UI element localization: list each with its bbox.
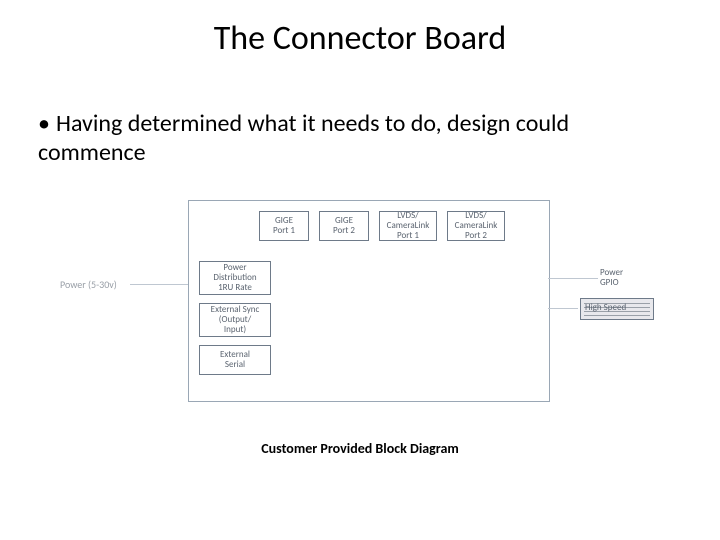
bullet-text: Having determined what it needs to do, d… <box>38 109 569 167</box>
block-high-speed: High Speed <box>580 298 654 320</box>
connector-line <box>548 308 578 309</box>
block-gige-port-2: GIGE Port 2 <box>319 211 369 241</box>
diagram-caption: Customer Provided Block Diagram <box>0 440 720 457</box>
block-diagram: Power (5-30v) Connector Board GIGE Port … <box>60 200 660 405</box>
slide-title: The Connector Board <box>0 18 720 59</box>
block-external-sync: External Sync (Output/ Input) <box>199 303 271 337</box>
power-input-line <box>130 284 190 285</box>
block-power-distribution: Power Distribution 1RU Rate <box>199 261 271 295</box>
block-lvds-port-1: LVDS/ CameraLink Port 1 <box>379 211 437 241</box>
connector-line <box>548 278 598 279</box>
slide: The Connector Board •Having determined w… <box>0 0 720 540</box>
block-external-serial: External Serial <box>199 345 271 375</box>
bullet-dot: • <box>38 110 56 139</box>
block-gige-port-1: GIGE Port 1 <box>259 211 309 241</box>
connector-board-outline: GIGE Port 1 GIGE Port 2 LVDS/ CameraLink… <box>188 200 550 402</box>
power-input-label: Power (5-30v) <box>60 278 117 291</box>
block-lvds-port-2: LVDS/ CameraLink Port 2 <box>447 211 505 241</box>
right-power-gpio-label: Power GPIO <box>600 268 623 288</box>
high-speed-label: High Speed <box>585 302 626 313</box>
bullet-item: •Having determined what it needs to do, … <box>38 110 680 168</box>
